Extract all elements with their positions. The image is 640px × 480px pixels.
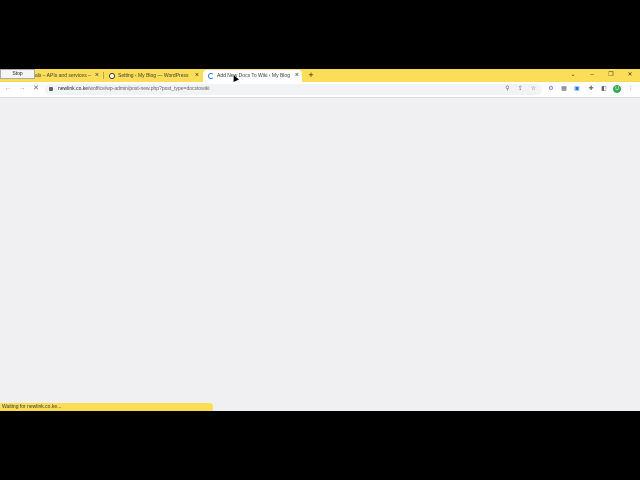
menu-kebab-icon[interactable]: ⋮ xyxy=(627,85,635,94)
back-button[interactable]: ← xyxy=(3,84,13,94)
page-content-area xyxy=(0,98,640,411)
restore-button[interactable]: ❐ xyxy=(604,70,618,81)
url-path: /woffice/wp-admin/post-new.php?post_type… xyxy=(88,86,210,92)
share-icon[interactable]: ⇪ xyxy=(516,84,525,95)
url-host: newlink.co.ke xyxy=(58,86,89,92)
browser-toolbar: ← → ✕ newlink.co.ke/woffice/wp-admin/pos… xyxy=(0,82,640,98)
stop-tooltip: Stop xyxy=(0,69,35,79)
extensions-puzzle-icon[interactable]: ✚ xyxy=(587,85,595,94)
address-bar[interactable]: newlink.co.ke/woffice/wp-admin/post-new.… xyxy=(45,84,542,95)
letterbox-top xyxy=(0,0,640,69)
close-icon[interactable]: × xyxy=(295,72,299,80)
stop-loading-button[interactable]: ✕ xyxy=(31,84,41,94)
side-panel-icon[interactable]: ◧ xyxy=(600,85,608,94)
loading-spinner-icon xyxy=(208,73,214,79)
close-icon[interactable]: × xyxy=(95,72,99,80)
lock-icon[interactable] xyxy=(49,87,53,91)
tab-strip: als – APIs and services – × Setting ‹ My… xyxy=(0,69,640,82)
url-text[interactable]: newlink.co.ke/woffice/wp-admin/post-new.… xyxy=(58,84,210,95)
profile-avatar[interactable]: U xyxy=(613,85,621,93)
tab-title: Setting ‹ My Blog — WordPress xyxy=(118,73,189,79)
wordpress-icon xyxy=(109,73,115,79)
tab-wordpress-setting[interactable]: Setting ‹ My Blog — WordPress × xyxy=(104,70,202,82)
extension-screen-icon[interactable]: ▣ xyxy=(573,85,581,94)
bookmark-star-icon[interactable]: ☆ xyxy=(529,84,538,95)
tab-add-new-docs[interactable]: Add New Docs To Wiki ‹ My Blog × xyxy=(203,70,302,82)
minimize-button[interactable]: – xyxy=(585,70,599,81)
tab-title: Add New Docs To Wiki ‹ My Blog xyxy=(217,73,290,79)
extension-gear-icon[interactable]: ⚙ xyxy=(547,85,555,94)
forward-button[interactable]: → xyxy=(17,84,27,94)
new-tab-button[interactable]: + xyxy=(306,70,316,81)
status-bubble: Waiting for newlink.co.ke... xyxy=(0,403,213,411)
browser-window: als – APIs and services – × Setting ‹ My… xyxy=(0,69,640,411)
close-window-button[interactable]: ✕ xyxy=(623,70,637,81)
zoom-icon[interactable]: ⚲ xyxy=(503,84,512,95)
close-icon[interactable]: × xyxy=(195,72,199,80)
letterbox-bottom xyxy=(0,411,640,480)
tab-search-button[interactable]: ⌄ xyxy=(566,70,580,81)
extension-calendar-icon[interactable]: ▦ xyxy=(560,85,568,94)
